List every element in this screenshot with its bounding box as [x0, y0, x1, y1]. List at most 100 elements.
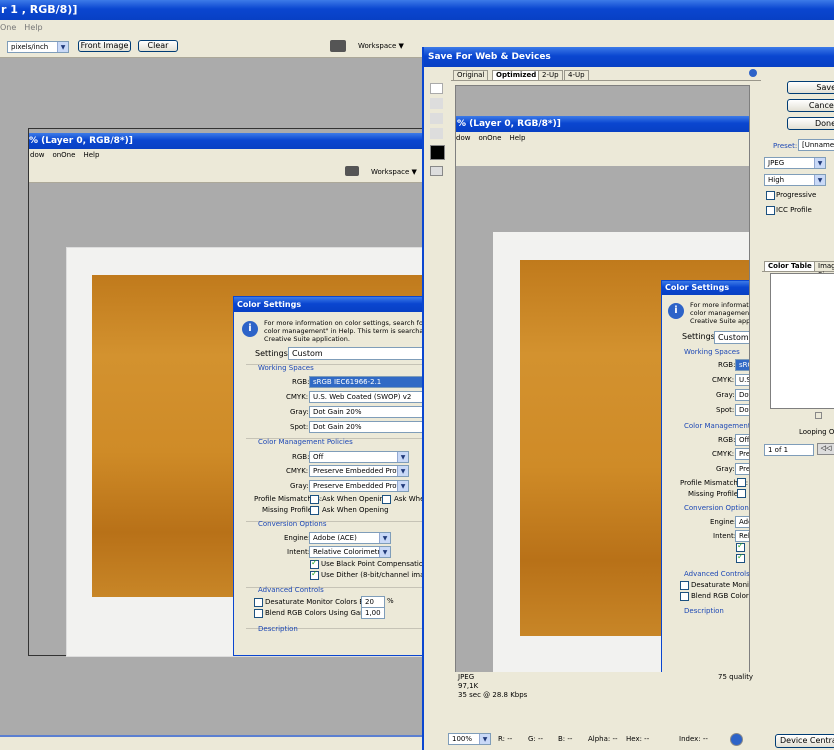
- panel-menu-icon[interactable]: [749, 69, 757, 77]
- policy-rgb-select[interactable]: Off ▼: [309, 451, 409, 463]
- rgb-working-select[interactable]: sRGB IEC61966-2.1: [309, 376, 427, 388]
- preview-engine-select: Adobe (ACE): [735, 516, 749, 528]
- document-options-bar: Workspace ▼: [29, 161, 429, 183]
- format-select[interactable]: JPEG ▼: [764, 157, 826, 169]
- preview-gray-label: Gray:: [716, 391, 735, 399]
- engine-select[interactable]: Adobe (ACE) ▼: [309, 532, 391, 544]
- menu-item[interactable]: Help: [24, 23, 42, 32]
- desaturate-checkbox[interactable]: [254, 598, 263, 607]
- preview-blend-checkbox: [680, 592, 689, 601]
- preview-desat-label: Desaturate Monitor Colors By:: [691, 581, 749, 589]
- quality-select[interactable]: High ▼: [764, 174, 826, 186]
- info-quality: 75 quality: [718, 673, 754, 681]
- preview-prgb-select: Off: [735, 434, 749, 446]
- spot-working-select[interactable]: Dot Gain 20%: [309, 421, 427, 433]
- spot-label: Spot:: [290, 423, 309, 431]
- preview-cs-titlebar: Color Settings: [662, 281, 749, 295]
- gray-working-select[interactable]: Dot Gain 20%: [309, 406, 427, 418]
- browser-preview-icon[interactable]: [730, 733, 743, 746]
- hand-tool-icon[interactable]: [430, 83, 443, 94]
- eyedropper-tool-icon[interactable]: [430, 128, 443, 139]
- progressive-checkbox[interactable]: [766, 191, 775, 200]
- description-heading: Description: [258, 625, 298, 633]
- preview-adv-heading: Advanced Controls: [684, 570, 750, 578]
- policies-heading: Color Management Policies: [258, 438, 353, 446]
- workspace-menu[interactable]: Workspace ▼: [358, 42, 404, 50]
- preview-engine-label: Engine:: [710, 518, 737, 526]
- preset-select[interactable]: [Unnamed]: [798, 139, 834, 151]
- mismatch-open-checkbox[interactable]: [310, 495, 319, 504]
- policy-gray-select[interactable]: Preserve Embedded Profiles ▼: [309, 480, 409, 492]
- missing-open-checkbox[interactable]: [310, 506, 319, 515]
- tab-optimized[interactable]: Optimized: [492, 70, 541, 80]
- ask-open-label-2: Ask When Opening: [322, 506, 389, 514]
- info-time: 35 sec @ 28.8 Kbps: [458, 691, 528, 699]
- preset-label: Preset:: [773, 142, 798, 150]
- settings-select[interactable]: Custom: [288, 347, 427, 360]
- intent-label: Intent:: [287, 548, 311, 556]
- slice-select-tool-icon[interactable]: [430, 98, 443, 109]
- status-bar: 100% ▼ R: -- G: -- B: -- Alpha: -- Hex: -…: [424, 729, 834, 750]
- workspace-icon[interactable]: [330, 40, 346, 52]
- rgb-label: RGB:: [292, 378, 310, 386]
- front-image-button[interactable]: Front Image: [78, 40, 131, 52]
- frame-counter: 1 of 1: [764, 444, 814, 456]
- bpc-label: Use Black Point Compensation: [321, 560, 428, 568]
- device-central-button[interactable]: Device Central...: [775, 734, 834, 748]
- mismatch-paste-checkbox[interactable]: [382, 495, 391, 504]
- clear-button[interactable]: Clear: [138, 40, 178, 52]
- cancel-button[interactable]: Cancel: [787, 99, 834, 112]
- workspace-menu[interactable]: Workspace ▼: [371, 168, 417, 176]
- chevron-down-icon: ▼: [379, 533, 390, 543]
- preview-info-2: color management" in Help. This term is …: [690, 309, 750, 317]
- save-for-web-titlebar: Save For Web & Devices: [424, 47, 834, 67]
- menu-item[interactable]: One: [0, 23, 16, 32]
- looping-label: Looping Options: [799, 428, 834, 436]
- preview-blend-label: Blend RGB Colors Using Gamma:: [691, 592, 749, 600]
- resolution-unit-select[interactable]: pixels/inch ▼: [7, 41, 69, 53]
- status-index: Index: --: [679, 735, 708, 743]
- tab-color-table[interactable]: Color Table: [764, 261, 816, 271]
- status-b: B: --: [558, 735, 573, 743]
- info-icon: i: [668, 303, 684, 319]
- blend-value[interactable]: 1,00: [361, 607, 385, 619]
- info-size: 97,1K: [458, 682, 479, 690]
- color-table-icon[interactable]: [815, 412, 822, 419]
- icc-checkbox[interactable]: [766, 206, 775, 215]
- preview-cmp-heading: Color Management Policies: [684, 422, 750, 430]
- status-hex: Hex: --: [626, 735, 650, 743]
- preview-info-1: For more information on color settings, …: [690, 301, 749, 309]
- tab-original[interactable]: Original: [453, 70, 489, 80]
- preview-settings-label: Settings:: [682, 332, 718, 341]
- save-button[interactable]: Save: [787, 81, 834, 94]
- settings-label: Settings:: [255, 349, 291, 358]
- chevron-down-icon: ▼: [479, 734, 490, 744]
- preview-rgb-label: RGB:: [718, 361, 736, 369]
- tab-4up[interactable]: 4-Up: [564, 70, 589, 80]
- intent-select[interactable]: Relative Colorimetric ▼: [309, 546, 391, 558]
- app-menubar: One Help: [0, 20, 834, 36]
- dither-checkbox[interactable]: [310, 569, 319, 580]
- policy-rgb-label: RGB:: [292, 453, 310, 461]
- preview-conv-heading: Conversion Options: [684, 504, 750, 512]
- tab-2up[interactable]: 2-Up: [538, 70, 563, 80]
- tab-image-size[interactable]: Image Size: [814, 261, 834, 279]
- done-button[interactable]: Done: [787, 117, 834, 130]
- toggle-slices-icon[interactable]: [430, 166, 443, 176]
- preview-bpc-checkbox: [736, 541, 745, 552]
- eyedropper-color-swatch[interactable]: [430, 145, 445, 160]
- zoom-select[interactable]: 100% ▼: [448, 733, 491, 745]
- bpc-checkbox[interactable]: [310, 558, 319, 569]
- workspace-icon[interactable]: [345, 166, 359, 176]
- first-frame-icon[interactable]: ◁◁: [817, 443, 834, 455]
- preview-gray-select: Dot Gain 20%: [735, 389, 749, 401]
- zoom-tool-icon[interactable]: [430, 113, 443, 124]
- progressive-label: Progressive: [776, 191, 817, 199]
- preview-cmyk-label: CMYK:: [712, 376, 735, 384]
- cmyk-working-select[interactable]: U.S. Web Coated (SWOP) v2: [309, 391, 427, 403]
- optimized-preview[interactable]: % (Layer 0, RGB/8*)] dow onOne Help Color …: [455, 85, 750, 683]
- blend-checkbox[interactable]: [254, 609, 263, 618]
- policy-cmyk-select[interactable]: Preserve Embedded Profiles ▼: [309, 465, 409, 477]
- advanced-heading: Advanced Controls: [258, 586, 324, 594]
- preview-missing-checkbox: [737, 489, 746, 498]
